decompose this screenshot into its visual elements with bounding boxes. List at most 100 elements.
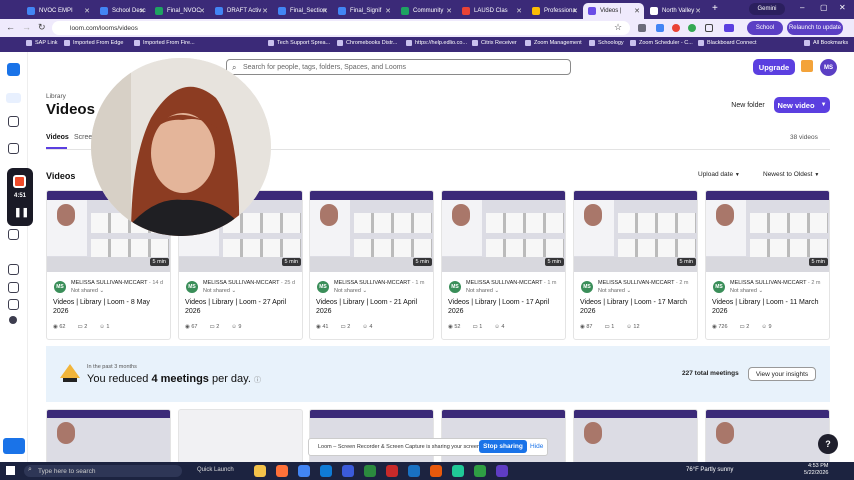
app-icon[interactable] (408, 465, 420, 477)
settings-icon[interactable] (8, 229, 19, 240)
close-tab-icon[interactable]: ✕ (139, 7, 145, 15)
system-clock[interactable]: 4:53 PM 5/22/2026 (804, 463, 828, 477)
library-icon[interactable] (8, 143, 19, 154)
close-tab-icon[interactable]: ✕ (446, 7, 452, 15)
bookmark-item[interactable]: Schoology (589, 40, 624, 46)
loom-extension-icon[interactable] (724, 24, 734, 32)
firefox-icon[interactable] (276, 465, 288, 477)
video-title[interactable]: Videos | Library | Loom - 27 April (185, 299, 286, 306)
video-title-year[interactable]: 2026 (316, 308, 332, 315)
new-tab-icon[interactable]: + (712, 3, 718, 14)
browser-tab[interactable]: Final_NVOC ✕ (150, 3, 209, 19)
bookmark-item[interactable]: Zoom Scheduler - C... (630, 40, 693, 46)
loom-logo-icon[interactable] (7, 63, 20, 76)
video-title[interactable]: Videos | Library | Loom - 8 May (53, 299, 150, 306)
app-icon[interactable] (474, 465, 486, 477)
help-icon[interactable] (8, 299, 19, 310)
upload-date-filter[interactable]: Upload date ▼ (698, 171, 740, 178)
taskbar-search[interactable]: ⌕ Type here to search (24, 465, 182, 477)
share-status[interactable]: Not shared ⌄ (598, 288, 631, 294)
video-card[interactable] (705, 409, 830, 464)
floating-action-button[interactable] (3, 438, 25, 454)
help-chat-icon[interactable]: ? (818, 434, 838, 454)
video-card[interactable] (178, 409, 303, 464)
browser-tab[interactable]: Final_Section ✕ (273, 3, 332, 19)
edge-icon[interactable] (320, 465, 332, 477)
share-status[interactable]: Not shared ⌄ (334, 288, 367, 294)
avatar[interactable]: MS (820, 59, 837, 76)
info-icon[interactable]: ⓘ (254, 377, 261, 384)
hide-banner-link[interactable]: Hide (530, 443, 543, 450)
close-tab-icon[interactable]: ✕ (262, 7, 268, 15)
video-card[interactable]: 5 min MS MELISSA SULLIVAN-MCCART · 2 m Not … (705, 190, 830, 340)
search-input[interactable]: ⌕ Search for people, tags, folders, Spac… (226, 59, 571, 75)
close-tab-icon[interactable]: ✕ (199, 7, 205, 15)
video-title[interactable]: Videos | Library | Loom - 17 March (580, 299, 687, 306)
new-video-button[interactable]: New video ▼ (774, 97, 830, 113)
forward-icon[interactable]: → (22, 22, 31, 32)
maximize-icon[interactable]: ▢ (820, 3, 828, 12)
app-icon[interactable] (452, 465, 464, 477)
video-card[interactable]: 5 min MS MELISSA SULLIVAN-MCCART · 2 m Not … (573, 190, 698, 340)
close-tab-icon[interactable]: ✕ (84, 7, 90, 15)
windows-start-icon[interactable] (6, 466, 15, 475)
bookmark-item[interactable]: Blackboard Connect (698, 40, 757, 46)
share-status[interactable]: Not shared ⌄ (730, 288, 763, 294)
video-thumbnail[interactable]: 5 min (706, 191, 829, 272)
app-icon[interactable] (342, 465, 354, 477)
status-icon[interactable] (9, 316, 17, 324)
home-icon[interactable] (6, 93, 21, 103)
app-icon[interactable] (430, 465, 442, 477)
bookmark-item[interactable]: Chromebooks Distr... (337, 40, 397, 46)
close-tab-icon[interactable]: ✕ (695, 7, 701, 15)
browser-tab[interactable]: Community ✕ (396, 3, 456, 19)
minimize-icon[interactable]: – (800, 3, 804, 12)
app-icon[interactable] (364, 465, 376, 477)
bookmark-star-icon[interactable]: ☆ (614, 22, 622, 33)
sort-dropdown[interactable]: Newest to Oldest ▼ (763, 171, 819, 178)
pause-icon[interactable]: ❚❚ (14, 207, 29, 217)
browser-tab[interactable]: North Valley ✕ (645, 3, 705, 19)
notifications-icon[interactable] (801, 60, 813, 72)
chrome-icon[interactable] (298, 465, 310, 477)
stop-sharing-button[interactable]: Stop sharing (479, 440, 527, 453)
video-card[interactable] (573, 409, 698, 464)
video-card[interactable] (46, 409, 171, 464)
close-tab-icon[interactable]: ✕ (572, 7, 578, 15)
upgrade-button[interactable]: Upgrade (753, 59, 795, 75)
close-tab-icon[interactable]: ✕ (322, 7, 328, 15)
app-icon[interactable] (496, 465, 508, 477)
view-insights-button[interactable]: View your insights (748, 367, 816, 381)
close-window-icon[interactable]: ✕ (839, 3, 846, 12)
weather-widget[interactable]: 76°F Partly sunny (686, 467, 733, 473)
tab-videos[interactable]: Videos (46, 134, 69, 141)
bookmark-item[interactable]: Citrix Receiver (472, 40, 517, 46)
video-card[interactable]: 5 min MS MELISSA SULLIVAN-MCCART · 1 m Not … (309, 190, 434, 340)
browser-tab[interactable]: NVOC EMPI ✕ (22, 3, 94, 19)
video-title-year[interactable]: 2026 (185, 308, 201, 315)
app-icon[interactable] (386, 465, 398, 477)
video-title-year[interactable]: 2026 (580, 308, 596, 315)
new-folder-button[interactable]: New folder (727, 98, 769, 112)
bookmark-item[interactable]: Imported From Fire... (134, 40, 195, 46)
bookmark-item[interactable]: Imported From Edge (64, 40, 123, 46)
breadcrumb[interactable]: Library (46, 93, 66, 100)
video-thumbnail[interactable]: 5 min (442, 191, 565, 272)
inbox-icon[interactable] (8, 264, 19, 275)
bookmark-item[interactable]: Zoom Management (525, 40, 582, 46)
extensions-puzzle-icon[interactable] (705, 24, 713, 32)
browser-tab[interactable]: LAUSD Clas ✕ (457, 3, 526, 19)
bookmark-item[interactable]: SAP Link (26, 40, 58, 46)
back-icon[interactable]: ← (6, 22, 15, 32)
file-explorer-icon[interactable] (254, 465, 266, 477)
bookmark-item[interactable]: https://help.edlio.co... (406, 40, 467, 46)
share-status[interactable]: Not shared ⌄ (71, 288, 104, 294)
extension-icon[interactable] (672, 24, 680, 32)
video-title[interactable]: Videos | Library | Loom - 21 April (316, 299, 417, 306)
browser-tab[interactable]: Final_Signif ✕ (333, 3, 395, 19)
extension-icon[interactable] (656, 24, 664, 32)
bookmark-item[interactable]: Tech Support Sprea... (268, 40, 330, 46)
video-thumbnail[interactable]: 5 min (310, 191, 433, 272)
gemini-button[interactable]: Gemini (749, 3, 785, 15)
close-tab-icon[interactable]: ✕ (516, 7, 522, 15)
